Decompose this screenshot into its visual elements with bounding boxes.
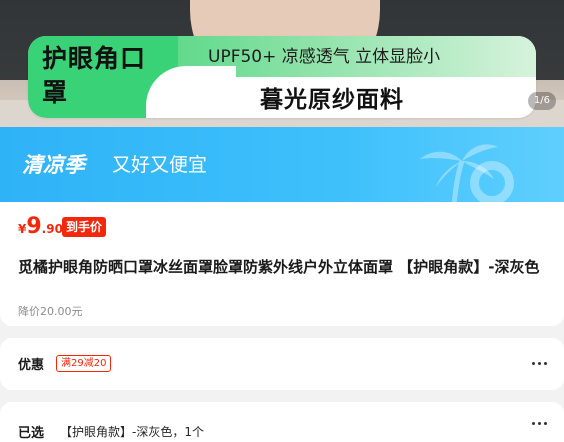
product-image-carousel[interactable]: 护眼角口罩 UPF50+ 凉感透气 立体显脸小 暮光原纱面料 1/6 (0, 0, 564, 127)
price-integer: 9 (26, 214, 42, 239)
more-icon[interactable] (532, 422, 550, 426)
price-card: ¥9.90 到手价 觅橘护眼角防晒口罩冰丝面罩脸罩防紫外线户外立体面罩 【护眼角… (0, 202, 564, 326)
coupon-badge[interactable]: 满29减20 (56, 355, 112, 372)
price-decimal: .90 (41, 222, 63, 236)
current-price: ¥9.90 (18, 214, 63, 239)
price-drop-note: 降价20.00元 (18, 305, 83, 318)
selected-label: 已选 (18, 426, 45, 441)
swim-ring-icon (470, 161, 514, 202)
selected-value: 【护眼角款】-深灰色，1个 (60, 425, 204, 439)
selected-spec-row[interactable]: 已选 【护眼角款】-深灰色，1个 (0, 402, 564, 442)
banner-fabric: 暮光原纱面料 (260, 87, 404, 113)
banner-features: UPF50+ 凉感透气 立体显脸小 (208, 47, 441, 67)
final-price-badge: 到手价 (62, 217, 107, 237)
product-feature-banner: 护眼角口罩 UPF50+ 凉感透气 立体显脸小 暮光原纱面料 (28, 36, 536, 118)
product-title: 觅橘护眼角防晒口罩冰丝面罩脸罩防紫外线户外立体面罩 【护眼角款】-深灰色 (18, 258, 540, 276)
banner-title: 护眼角口罩 (42, 44, 147, 107)
offers-row[interactable]: 优惠 满29减20 (0, 338, 564, 390)
offers-label: 优惠 (18, 358, 45, 373)
promo-banner[interactable]: 清凉季 又好又便宜 (0, 127, 564, 202)
product-detail-page: 护眼角口罩 UPF50+ 凉感透气 立体显脸小 暮光原纱面料 1/6 清凉季 又… (0, 0, 564, 442)
image-counter: 1/6 (527, 92, 556, 110)
more-icon[interactable] (532, 362, 550, 366)
promo-slogan: 又好又便宜 (112, 154, 208, 176)
promo-season: 清凉季 (22, 153, 85, 177)
